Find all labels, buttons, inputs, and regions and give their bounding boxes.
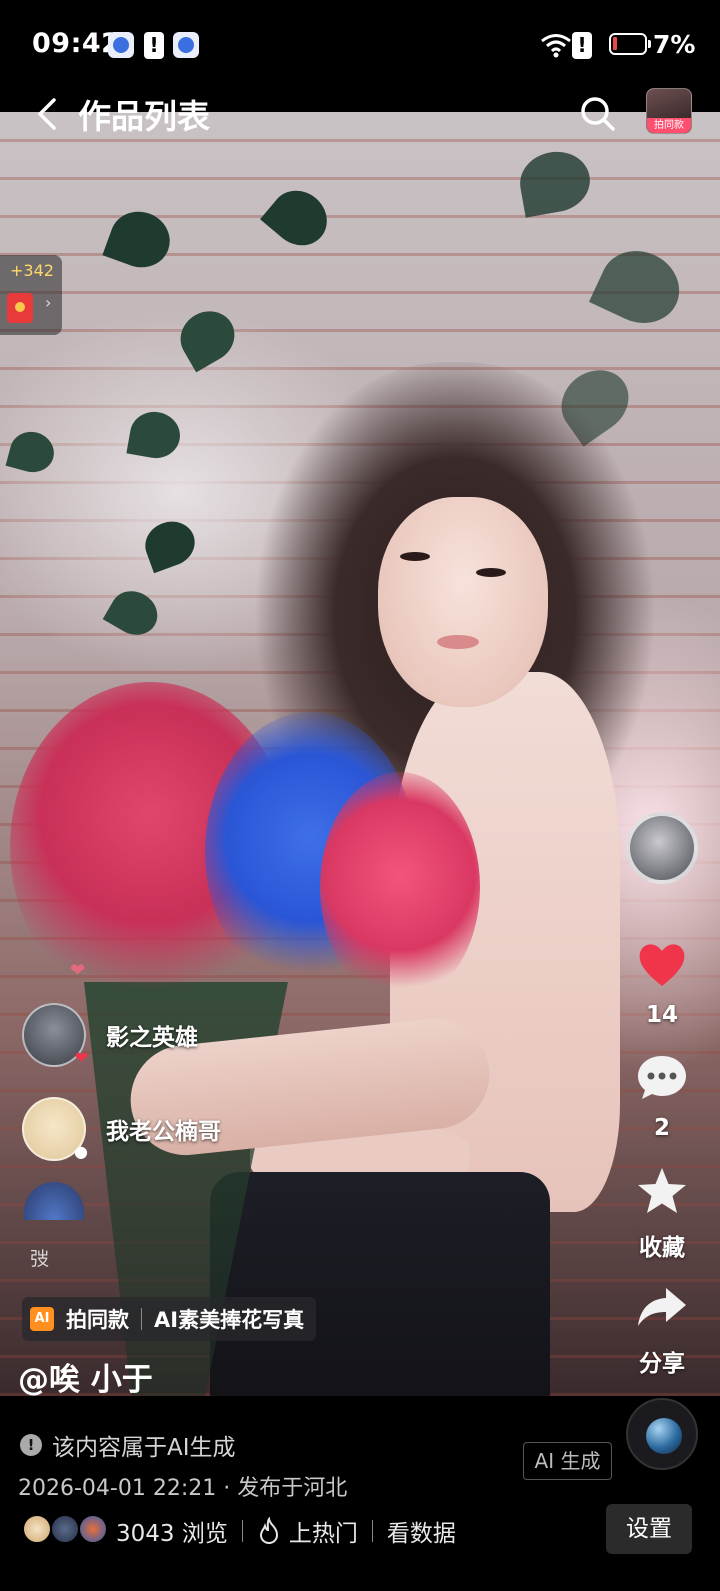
ivy-leaf — [138, 514, 202, 574]
info-icon: ! — [20, 1434, 42, 1456]
favorite-label: 收藏 — [639, 1235, 685, 1261]
avatar: ❤ — [22, 1003, 88, 1067]
comment-button[interactable]: 2 — [630, 1053, 694, 1141]
same-style-thumbnail-button[interactable]: 拍同款 — [646, 88, 692, 134]
ivy-leaf — [588, 238, 692, 336]
view-data-link[interactable]: 看数据 — [387, 1514, 456, 1548]
avatar: ● — [22, 1097, 88, 1161]
music-disc-avatar[interactable] — [626, 812, 698, 884]
ai-notice-text: 该内容属于AI生成 — [52, 1435, 236, 1461]
share-arrow-icon — [638, 1288, 686, 1326]
comment-user-name: 我老公楠哥 — [106, 1119, 221, 1145]
search-icon[interactable] — [578, 94, 618, 134]
star-icon — [638, 1168, 686, 1213]
red-packet-count: +342 — [10, 261, 54, 280]
heart-badge-icon: ❤ — [74, 1048, 88, 1067]
comment-count: 2 — [653, 1115, 670, 1141]
status-bar: 09:42 ! ! 7% — [0, 0, 720, 90]
view-count[interactable]: 3043 浏览 — [116, 1514, 228, 1548]
viewer-avatars[interactable] — [22, 1514, 112, 1546]
ivy-leaf — [171, 301, 244, 373]
like-count: 14 — [645, 1002, 678, 1028]
share-button[interactable]: 分享 — [630, 1284, 694, 1378]
page-title: 作品列表 — [78, 97, 210, 136]
pink-flowers — [320, 772, 480, 1002]
red-packet-icon — [7, 293, 33, 323]
like-button[interactable]: 14 — [630, 940, 694, 1028]
divider — [241, 1520, 243, 1542]
post-photo[interactable] — [0, 112, 720, 1396]
template-name: AI素美捧花写真 — [154, 1308, 305, 1332]
chevron-right-icon: › — [45, 293, 52, 312]
danmaku-comment[interactable]: ❤ 影之英雄 — [22, 1003, 198, 1067]
app-notification-icon — [108, 32, 134, 58]
promote-link[interactable]: 上热门 — [289, 1514, 358, 1548]
right-eye — [476, 568, 506, 577]
bottom-stats-bar: 3043 浏览 上热门 看数据 设置 — [0, 1500, 720, 1591]
comment-user-name: 影之英雄 — [106, 1025, 198, 1051]
post-date-location: 2026-04-01 22:21 · 发布于河北 — [18, 1476, 348, 1501]
red-packet-widget[interactable]: +342 › — [0, 255, 62, 335]
danmaku-comment[interactable]: ● 我老公楠哥 — [22, 1097, 221, 1161]
floating-heart-icon: ❤ — [70, 960, 86, 981]
ivy-leaf — [102, 582, 166, 644]
ivy-leaf — [515, 146, 595, 218]
ivy-leaf — [102, 203, 178, 276]
battery-icon — [609, 33, 651, 55]
ai-icon: AI — [30, 1307, 54, 1331]
avatar — [78, 1514, 108, 1544]
wifi-icon — [541, 34, 571, 58]
ivy-leaf — [126, 408, 184, 462]
same-style-label: 拍同款 — [66, 1308, 129, 1332]
overlay-glyph: 弢 — [30, 1248, 50, 1270]
pants — [210, 1172, 550, 1396]
divider — [141, 1308, 142, 1330]
share-label: 分享 — [639, 1351, 685, 1377]
back-arrow-icon[interactable] — [30, 94, 66, 134]
settings-button[interactable]: 设置 — [606, 1504, 692, 1554]
divider — [371, 1520, 373, 1542]
face — [378, 497, 548, 707]
ai-generated-badge: AI 生成 — [523, 1442, 612, 1480]
avatar — [50, 1514, 80, 1544]
flame-icon — [259, 1517, 278, 1545]
battery-percent: 7% — [653, 30, 696, 59]
same-style-tag: 拍同款 — [647, 118, 691, 133]
lips — [437, 635, 479, 649]
heart-icon — [639, 944, 685, 986]
floating-assistant-orb[interactable] — [626, 1398, 698, 1470]
top-nav: 作品列表 拍同款 — [0, 86, 720, 140]
alert-icon: ! — [144, 32, 164, 59]
author-name[interactable]: @唉 小于 — [18, 1354, 153, 1399]
status-badge-icon: ● — [74, 1142, 88, 1161]
avatar — [22, 1514, 52, 1544]
app-notification-icon — [173, 32, 199, 58]
favorite-button[interactable]: 收藏 — [630, 1166, 694, 1262]
ai-template-pill[interactable]: AI 拍同款 AI素美捧花写真 — [22, 1297, 317, 1341]
alert-icon: ! — [572, 32, 592, 59]
comment-bubble-icon — [638, 1056, 686, 1099]
ivy-leaf — [5, 426, 59, 478]
stats-row: 3043 浏览 上热门 看数据 — [116, 1514, 456, 1548]
ivy-leaf — [260, 179, 338, 257]
ai-content-notice: ! 该内容属于AI生成 — [20, 1428, 236, 1462]
left-eye — [400, 552, 430, 561]
